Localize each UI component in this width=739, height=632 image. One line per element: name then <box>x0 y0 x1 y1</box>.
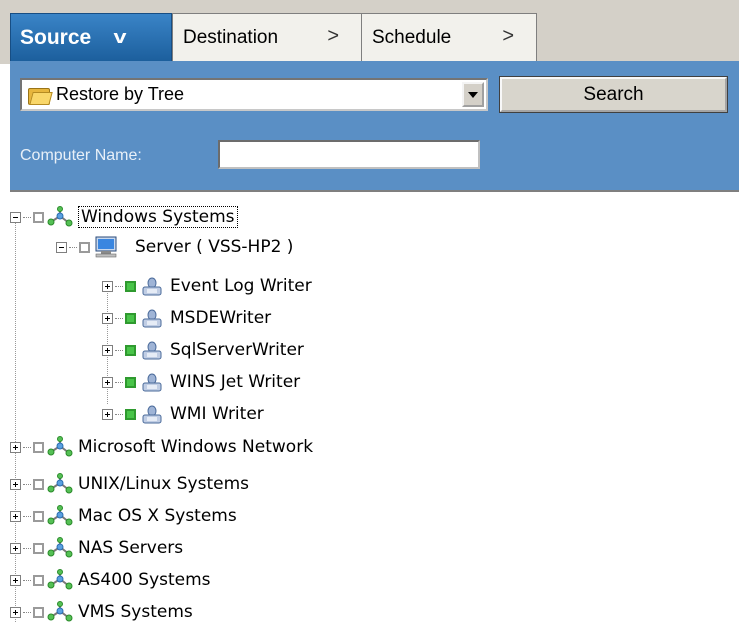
tree-node-label: SqlServerWriter <box>170 340 304 360</box>
checkbox[interactable] <box>33 574 44 586</box>
network-icon <box>47 537 73 559</box>
expand-icon[interactable] <box>102 312 113 324</box>
checkbox[interactable] <box>33 510 44 522</box>
tree-node-network[interactable]: AS400 Systems <box>10 565 211 595</box>
tree-node-label: AS400 Systems <box>78 570 211 590</box>
writer-icon <box>139 371 165 393</box>
writer-icon <box>139 275 165 297</box>
tab-destination[interactable]: Destination > <box>172 13 362 61</box>
tree-node-label: NAS Servers <box>78 538 184 558</box>
checkbox[interactable] <box>125 280 136 292</box>
tree-node-label: Mac OS X Systems <box>78 506 237 526</box>
expand-icon[interactable] <box>10 574 21 586</box>
tab-strip: Source v Destination > Schedule > <box>0 0 739 64</box>
tree-node-network[interactable]: Mac OS X Systems <box>10 501 237 531</box>
tree-node-label: Server ( VSS-HP2 ) <box>135 237 294 257</box>
computer-name-label: Computer Name: <box>20 147 142 164</box>
writer-icon <box>139 403 165 425</box>
network-icon <box>47 601 73 623</box>
tab-source-label: Source <box>20 25 92 49</box>
expand-icon[interactable] <box>102 280 113 292</box>
tree-node-writer[interactable]: WINS Jet Writer <box>102 367 300 397</box>
network-icon <box>47 436 73 458</box>
tree-node-writer[interactable]: WMI Writer <box>102 399 264 429</box>
tree-node-label: MSDEWriter <box>170 308 272 328</box>
computer-icon <box>93 236 119 258</box>
tree-node-network[interactable]: Microsoft Windows Network <box>10 432 313 462</box>
writer-icon <box>139 307 165 329</box>
tree-node-label: VMS Systems <box>78 602 193 622</box>
checkbox[interactable] <box>79 241 90 253</box>
chevron-right-icon: > <box>502 25 514 47</box>
source-tree[interactable]: Windows Systems Server ( VSS-HP2 ) Event… <box>10 190 739 632</box>
network-icon <box>47 505 73 527</box>
computer-name-input[interactable] <box>218 140 480 169</box>
checkbox[interactable] <box>33 542 44 554</box>
chevron-down-icon <box>468 91 478 98</box>
tree-node-label: WINS Jet Writer <box>170 372 301 392</box>
collapse-icon[interactable] <box>56 241 67 253</box>
tree-node-label: Microsoft Windows Network <box>78 437 314 457</box>
tree-node-writer[interactable]: MSDEWriter <box>102 303 271 333</box>
checkbox[interactable] <box>33 478 44 490</box>
tree-node-label: Windows Systems <box>78 206 238 228</box>
network-icon <box>47 206 73 228</box>
expand-icon[interactable] <box>10 441 21 453</box>
tree-node-label: Event Log Writer <box>170 276 312 296</box>
tree-node-network[interactable]: NAS Servers <box>10 533 183 563</box>
expand-icon[interactable] <box>10 478 21 490</box>
folder-icon <box>28 86 53 105</box>
tree-node-label: UNIX/Linux Systems <box>78 474 250 494</box>
network-icon <box>47 569 73 591</box>
search-button[interactable]: Search <box>499 76 728 113</box>
expand-icon[interactable] <box>102 408 113 420</box>
tree-node-label: WMI Writer <box>170 404 264 424</box>
restore-view-value: Restore by Tree <box>56 84 185 104</box>
tab-schedule-label: Schedule <box>372 26 452 48</box>
tree-node-windows-systems[interactable]: Windows Systems <box>10 202 238 232</box>
expand-icon[interactable] <box>10 606 21 618</box>
chevron-down-icon[interactable]: v <box>114 27 127 48</box>
tree-node-network[interactable]: UNIX/Linux Systems <box>10 469 249 499</box>
checkbox[interactable] <box>33 441 44 453</box>
collapse-icon[interactable] <box>10 211 21 223</box>
checkbox[interactable] <box>125 312 136 324</box>
expand-icon[interactable] <box>102 344 113 356</box>
checkbox[interactable] <box>125 408 136 420</box>
checkbox[interactable] <box>125 376 136 388</box>
expand-icon[interactable] <box>10 542 21 554</box>
tree-node-server[interactable]: Server ( VSS-HP2 ) <box>56 232 293 262</box>
tab-destination-label: Destination <box>183 26 279 48</box>
checkbox[interactable] <box>33 606 44 618</box>
tree-node-network[interactable]: VMS Systems <box>10 597 193 627</box>
expand-icon[interactable] <box>10 510 21 522</box>
tab-source[interactable]: Source v <box>10 13 172 61</box>
tree-node-writer[interactable]: Event Log Writer <box>102 271 312 301</box>
checkbox[interactable] <box>125 344 136 356</box>
restore-view-select[interactable]: Restore by Tree <box>20 78 488 111</box>
tree-node-writer[interactable]: SqlServerWriter <box>102 335 304 365</box>
checkbox[interactable] <box>33 211 44 223</box>
network-icon <box>47 473 73 495</box>
expand-icon[interactable] <box>102 376 113 388</box>
writer-icon <box>139 339 165 361</box>
chevron-right-icon: > <box>327 25 339 47</box>
tab-schedule[interactable]: Schedule > <box>361 13 537 61</box>
source-panel: Restore by Tree Search Computer Name: <box>10 61 739 190</box>
dropdown-button[interactable] <box>462 82 484 107</box>
